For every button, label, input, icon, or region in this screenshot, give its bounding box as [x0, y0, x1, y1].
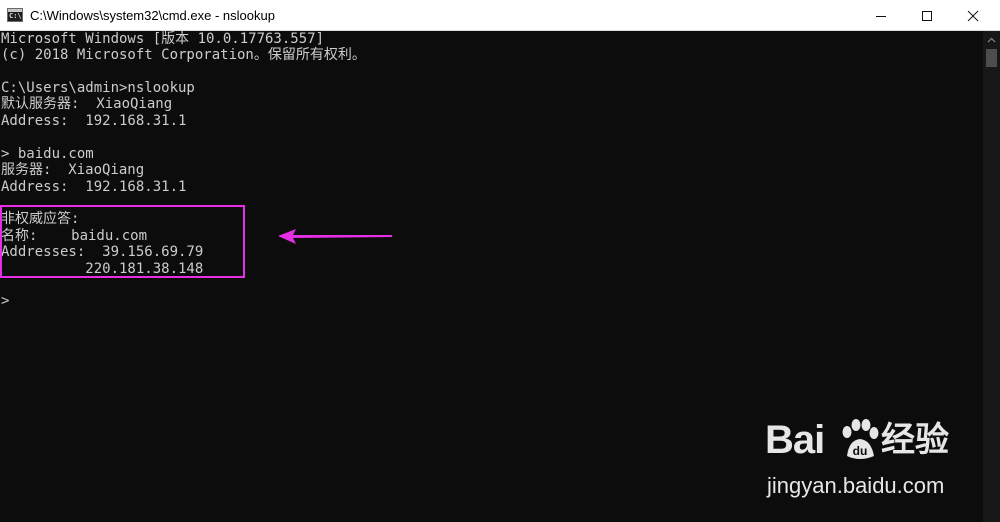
close-icon	[967, 10, 979, 21]
console-line: 服务器: XiaoQiang	[1, 162, 145, 178]
chevron-up-icon	[987, 37, 996, 42]
console-line: Microsoft Windows [版本 10.0.17763.557]	[1, 31, 325, 47]
console-line: Address: 192.168.31.1	[1, 179, 187, 195]
minimize-icon	[876, 15, 886, 17]
scroll-up-button[interactable]	[983, 31, 1000, 48]
vertical-scrollbar[interactable]	[983, 31, 1000, 522]
cmd-icon: C:\	[7, 8, 23, 22]
baidu-paw-icon: du	[842, 419, 879, 459]
window-title: C:\Windows\system32\cmd.exe - nslookup	[30, 8, 275, 23]
watermark-suffix: 经验	[881, 420, 949, 460]
console-line: 默认服务器: XiaoQiang	[1, 96, 173, 112]
arrow-annotation	[278, 229, 392, 244]
watermark-url: jingyan.baidu.com	[767, 473, 945, 498]
close-button[interactable]	[950, 0, 996, 31]
cmd-icon-glyph: C:\	[9, 12, 22, 20]
console-line: C:\Users\admin>nslookup	[1, 80, 195, 96]
watermark-brand: Bai	[765, 418, 825, 462]
console-prompt: >	[1, 293, 10, 309]
minimize-button[interactable]	[858, 0, 904, 31]
console-line: > baidu.com	[1, 146, 94, 162]
highlight-box	[0, 205, 245, 278]
svg-text:du: du	[853, 444, 868, 458]
baidu-jingyan-watermark: Bai du 经验 jingyan.baidu.com	[765, 416, 985, 506]
console-line: (c) 2018 Microsoft Corporation。保留所有权利。	[1, 47, 366, 63]
maximize-button[interactable]	[904, 0, 950, 31]
title-bar[interactable]: C:\ C:\Windows\system32\cmd.exe - nslook…	[0, 0, 1000, 31]
console-line: Address: 192.168.31.1	[1, 113, 187, 129]
scrollbar-thumb[interactable]	[986, 49, 997, 67]
maximize-icon	[922, 10, 932, 21]
